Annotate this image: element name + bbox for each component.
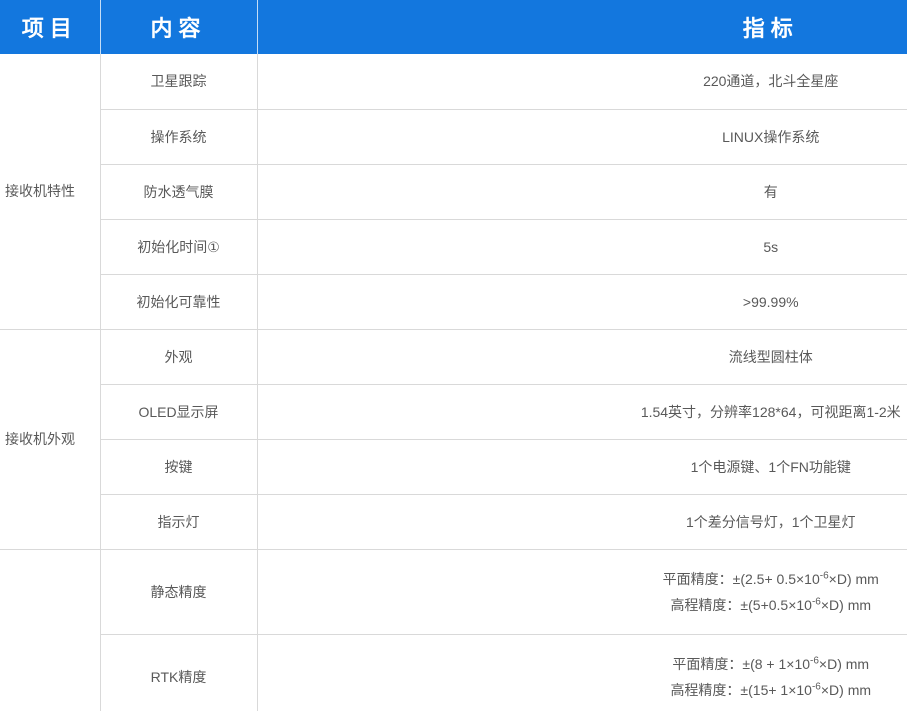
table-row-oled-display: OLED显示屏 1.54英寸，分辨率128*64，可视距离1-2米 xyxy=(0,384,907,439)
spec-superscript: -6 xyxy=(820,570,829,581)
header-cell-content: 内容 xyxy=(100,0,257,54)
spec-text: 高程精度：±(15+ 1×10 xyxy=(670,682,812,698)
spec-text: 高程精度：±(5+0.5×10 xyxy=(670,597,812,613)
spec-cell: 1.54英寸，分辨率128*64，可视距离1-2米 xyxy=(257,384,907,439)
group-cell-receiver-features: 接收机特性 xyxy=(0,54,100,329)
spec-line-elevation: 高程精度：±(5+0.5×10-6×D) mm xyxy=(258,592,907,618)
spec-cell: LINUX操作系统 xyxy=(257,109,907,164)
table-body: 接收机特性 卫星跟踪 220通道，北斗全星座 操作系统 LINUX操作系统 防水… xyxy=(0,54,907,711)
table-row-operating-system: 操作系统 LINUX操作系统 xyxy=(0,109,907,164)
spec-superscript: -6 xyxy=(812,596,821,607)
spec-cell: 平面精度：±(8 + 1×10-6×D) mm 高程精度：±(15+ 1×10-… xyxy=(257,634,907,711)
table-row-init-reliability: 初始化可靠性 >99.99% xyxy=(0,274,907,329)
content-cell: 初始化可靠性 xyxy=(100,274,257,329)
spec-cell: 1个差分信号灯，1个卫星灯 xyxy=(257,494,907,549)
table-row-rtk-accuracy: RTK精度 平面精度：±(8 + 1×10-6×D) mm 高程精度：±(15+… xyxy=(0,634,907,711)
spec-line-elevation: 高程精度：±(15+ 1×10-6×D) mm xyxy=(258,677,907,703)
spec-table-viewport: 项目 内容 指标 接收机特性 卫星跟踪 220通道，北斗全星座 操作系统 LIN… xyxy=(0,0,907,711)
table-header: 项目 内容 指标 xyxy=(0,0,907,54)
content-cell: 静态精度 xyxy=(100,549,257,634)
spec-text: ×D) mm xyxy=(821,597,871,613)
table-row-satellite-tracking: 接收机特性 卫星跟踪 220通道，北斗全星座 xyxy=(0,54,907,109)
spec-cell: 220通道，北斗全星座 xyxy=(257,54,907,109)
spec-cell: 1个电源键、1个FN功能键 xyxy=(257,439,907,494)
content-cell: 卫星跟踪 xyxy=(100,54,257,109)
content-cell: 操作系统 xyxy=(100,109,257,164)
spec-cell: >99.99% xyxy=(257,274,907,329)
header-cell-item: 项目 xyxy=(0,0,100,54)
table-row-appearance: 接收机外观 外观 流线型圆柱体 xyxy=(0,329,907,384)
group-cell-accuracy xyxy=(0,549,100,711)
content-cell: RTK精度 xyxy=(100,634,257,711)
content-cell: 防水透气膜 xyxy=(100,164,257,219)
spec-cell: 有 xyxy=(257,164,907,219)
spec-text: ×D) mm xyxy=(829,571,879,587)
spec-superscript: -6 xyxy=(812,681,821,692)
table-row-static-accuracy: 静态精度 平面精度：±(2.5+ 0.5×10-6×D) mm 高程精度：±(5… xyxy=(0,549,907,634)
spec-superscript: -6 xyxy=(810,655,819,666)
header-cell-spec: 指标 xyxy=(257,0,907,54)
content-cell: OLED显示屏 xyxy=(100,384,257,439)
spec-line-plane: 平面精度：±(8 + 1×10-6×D) mm xyxy=(258,651,907,677)
spec-text: 平面精度：±(8 + 1×10 xyxy=(672,656,810,672)
spec-text: ×D) mm xyxy=(821,682,871,698)
content-cell: 外观 xyxy=(100,329,257,384)
table-row-indicator-lights: 指示灯 1个差分信号灯，1个卫星灯 xyxy=(0,494,907,549)
table-row-buttons: 按键 1个电源键、1个FN功能键 xyxy=(0,439,907,494)
spec-line-plane: 平面精度：±(2.5+ 0.5×10-6×D) mm xyxy=(258,566,907,592)
table-row-waterproof-membrane: 防水透气膜 有 xyxy=(0,164,907,219)
spec-cell: 平面精度：±(2.5+ 0.5×10-6×D) mm 高程精度：±(5+0.5×… xyxy=(257,549,907,634)
spec-table: 项目 内容 指标 接收机特性 卫星跟踪 220通道，北斗全星座 操作系统 LIN… xyxy=(0,0,907,711)
content-cell: 指示灯 xyxy=(100,494,257,549)
spec-cell: 5s xyxy=(257,219,907,274)
content-cell: 初始化时间① xyxy=(100,219,257,274)
group-cell-receiver-appearance: 接收机外观 xyxy=(0,329,100,549)
content-cell: 按键 xyxy=(100,439,257,494)
spec-text: ×D) mm xyxy=(819,656,869,672)
header-row: 项目 内容 指标 xyxy=(0,0,907,54)
spec-cell: 流线型圆柱体 xyxy=(257,329,907,384)
table-row-init-time: 初始化时间① 5s xyxy=(0,219,907,274)
spec-text: 平面精度：±(2.5+ 0.5×10 xyxy=(663,571,820,587)
